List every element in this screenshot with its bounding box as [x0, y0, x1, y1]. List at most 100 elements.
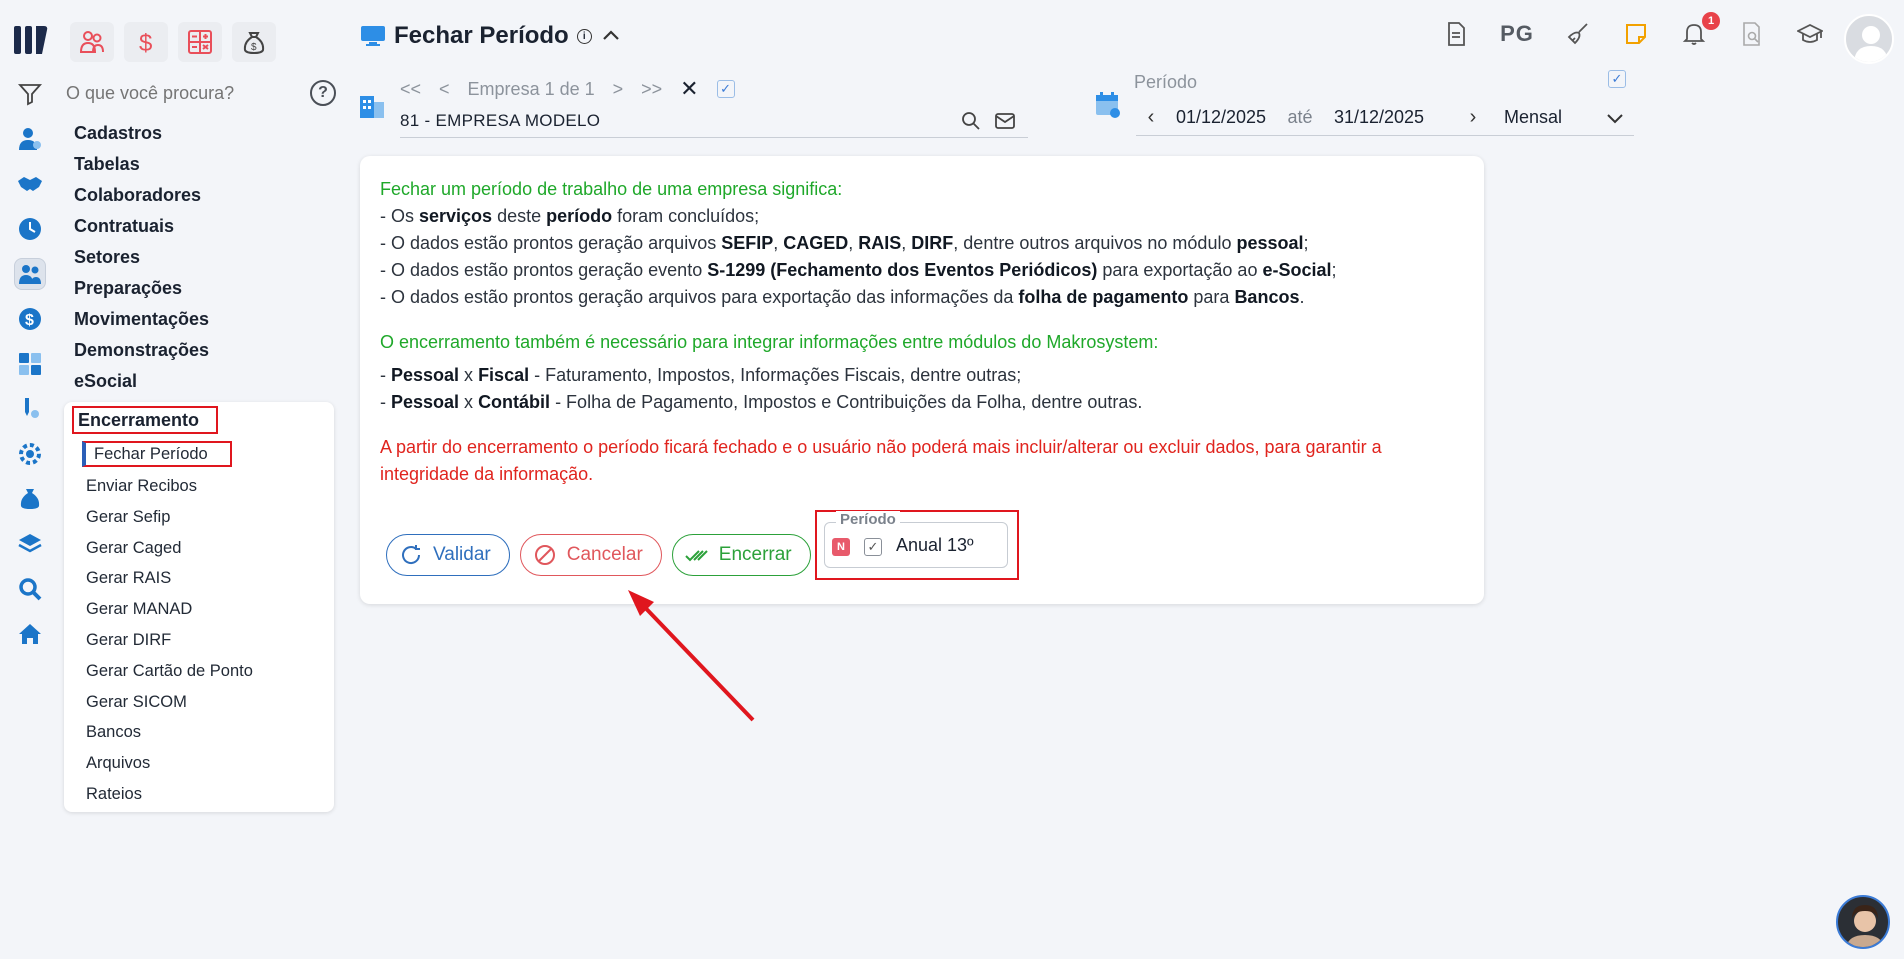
chevron-up-icon[interactable]: [600, 25, 622, 47]
anual-13-label[interactable]: Anual 13º: [896, 535, 974, 556]
menu-item-colaboradores[interactable]: Colaboradores: [74, 180, 209, 211]
submenu-gerar-manad[interactable]: Gerar MANAD: [86, 594, 253, 625]
menu-item-movimentacoes[interactable]: Movimentações: [74, 304, 209, 335]
rail-pessoal[interactable]: [14, 258, 46, 290]
company-navigator: << < Empresa 1 de 1 > >> ✕ ✓: [400, 76, 735, 102]
notification-count-badge: 1: [1702, 12, 1720, 30]
module-pessoal-button[interactable]: [70, 22, 114, 62]
submenu-bancos[interactable]: Bancos: [86, 717, 253, 748]
next-company-button[interactable]: >: [613, 79, 624, 100]
info-icon[interactable]: i: [576, 28, 592, 44]
menu-item-setores[interactable]: Setores: [74, 242, 209, 273]
submenu-arquivos[interactable]: Arquivos: [86, 748, 253, 779]
user-avatar[interactable]: [1844, 14, 1894, 64]
rail-cadastros[interactable]: [14, 123, 46, 155]
rail-investimentos[interactable]: [14, 483, 46, 515]
description-line-4: - O dados estão prontos geração arquivos…: [380, 287, 1305, 307]
period-start-date[interactable]: 01/12/2025: [1166, 107, 1276, 128]
validar-button[interactable]: Validar: [386, 534, 510, 576]
rail-home[interactable]: [14, 618, 46, 650]
chevron-down-icon[interactable]: [1604, 107, 1626, 129]
menu-item-esocial[interactable]: eSocial: [74, 366, 209, 397]
notes-button[interactable]: [1622, 20, 1650, 48]
menu-section-encerramento[interactable]: Encerramento: [72, 406, 218, 434]
encerramento-submenu: Fechar Período Enviar Recibos Gerar Sefi…: [82, 441, 253, 810]
rail-camadas[interactable]: [14, 528, 46, 560]
assistant-avatar[interactable]: [1836, 895, 1890, 949]
home-icon: [19, 624, 41, 644]
description-line-1: - Os serviços deste período foram conclu…: [380, 206, 760, 226]
submenu-fechar-periodo[interactable]: Fechar Período: [82, 441, 232, 467]
integration-line-2: - Pessoal x Contábil - Folha de Pagament…: [380, 392, 1143, 412]
module-contabil-button[interactable]: $: [232, 22, 276, 62]
rail-calculos[interactable]: [14, 348, 46, 380]
prev-period-button[interactable]: ‹: [1136, 106, 1166, 129]
anual-13-checkbox[interactable]: ✓: [864, 538, 882, 556]
period-field: ‹ 01/12/2025 até 31/12/2025 › Mensal: [1136, 100, 1634, 136]
submenu-gerar-sicom[interactable]: Gerar SICOM: [86, 687, 253, 718]
submenu-gerar-dirf[interactable]: Gerar DIRF: [86, 625, 253, 656]
clear-company-button[interactable]: ✕: [680, 76, 698, 102]
new-badge: N: [832, 538, 850, 556]
money-bag-icon: [20, 489, 40, 509]
first-company-button[interactable]: <<: [400, 79, 421, 100]
rail-consulta[interactable]: [14, 573, 46, 605]
user-gear-icon: [19, 128, 41, 150]
pg-label: PG: [1500, 21, 1534, 46]
menu-item-tabelas[interactable]: Tabelas: [74, 149, 209, 180]
mail-icon[interactable]: [994, 110, 1016, 132]
clean-button[interactable]: [1564, 20, 1592, 48]
menu-item-preparacoes[interactable]: Preparações: [74, 273, 209, 304]
dollar-circle-icon: $: [19, 308, 41, 330]
menu-item-contratuais[interactable]: Contratuais: [74, 211, 209, 242]
page-header: Fechar Período i: [360, 22, 622, 50]
submenu-rateios[interactable]: Rateios: [86, 779, 253, 810]
module-fiscal-button[interactable]: [178, 22, 222, 62]
next-period-button[interactable]: ›: [1458, 106, 1488, 129]
training-button[interactable]: [1796, 20, 1824, 48]
submenu-gerar-rais[interactable]: Gerar RAIS: [86, 563, 253, 594]
company-counter: Empresa 1 de 1: [467, 78, 595, 99]
module-financeiro-button[interactable]: $: [124, 22, 168, 62]
integration-line-1: - Pessoal x Fiscal - Faturamento, Impost…: [380, 365, 1022, 385]
search-input[interactable]: [66, 82, 286, 104]
cancelar-button[interactable]: Cancelar: [519, 534, 662, 576]
top-toolbar: PG 1: [1442, 12, 1824, 48]
rail-handshake[interactable]: [14, 168, 46, 200]
menu-item-cadastros[interactable]: Cadastros: [74, 118, 209, 149]
company-select-checkbox[interactable]: ✓: [716, 80, 735, 98]
period-separator: até: [1287, 107, 1313, 127]
submenu-gerar-cartao-ponto[interactable]: Gerar Cartão de Ponto: [86, 656, 253, 687]
encerrar-button[interactable]: Encerrar: [671, 534, 811, 576]
period-select-checkbox[interactable]: ✓: [1608, 70, 1626, 88]
validar-label: Validar: [433, 544, 491, 565]
period-mode-select[interactable]: Mensal: [1504, 107, 1604, 128]
double-check-icon: [685, 550, 708, 562]
period-end-date[interactable]: 31/12/2025: [1324, 107, 1434, 128]
submenu-gerar-sefip[interactable]: Gerar Sefip: [86, 502, 253, 533]
search-icon[interactable]: [960, 110, 982, 132]
document-button[interactable]: [1442, 20, 1470, 48]
submenu-gerar-caged[interactable]: Gerar Caged: [86, 533, 253, 564]
module-switcher: $ $: [70, 22, 276, 62]
rail-financeiro[interactable]: $: [14, 303, 46, 335]
document-icon: [1448, 22, 1465, 46]
company-name[interactable]: 81 - EMPRESA MODELO: [400, 111, 600, 131]
encerrar-label: Encerrar: [718, 544, 792, 565]
people-icon: [19, 265, 41, 284]
integration-text: O encerramento também é necessário para …: [380, 332, 1159, 352]
menu-item-demonstracoes[interactable]: Demonstrações: [74, 335, 209, 366]
building-icon: [360, 96, 384, 118]
filter-icon: [17, 84, 43, 106]
notifications-button[interactable]: 1: [1680, 12, 1720, 48]
rail-configuracoes[interactable]: [14, 438, 46, 470]
help-icon[interactable]: ?: [310, 80, 336, 106]
rail-ferramentas[interactable]: [14, 393, 46, 425]
rail-clock[interactable]: [14, 213, 46, 245]
report-search-button[interactable]: [1738, 20, 1766, 48]
pg-button[interactable]: PG: [1500, 20, 1534, 48]
submenu-enviar-recibos[interactable]: Enviar Recibos: [86, 471, 253, 502]
filter-button[interactable]: [14, 78, 46, 110]
last-company-button[interactable]: >>: [641, 79, 662, 100]
prev-company-button[interactable]: <: [439, 79, 450, 100]
